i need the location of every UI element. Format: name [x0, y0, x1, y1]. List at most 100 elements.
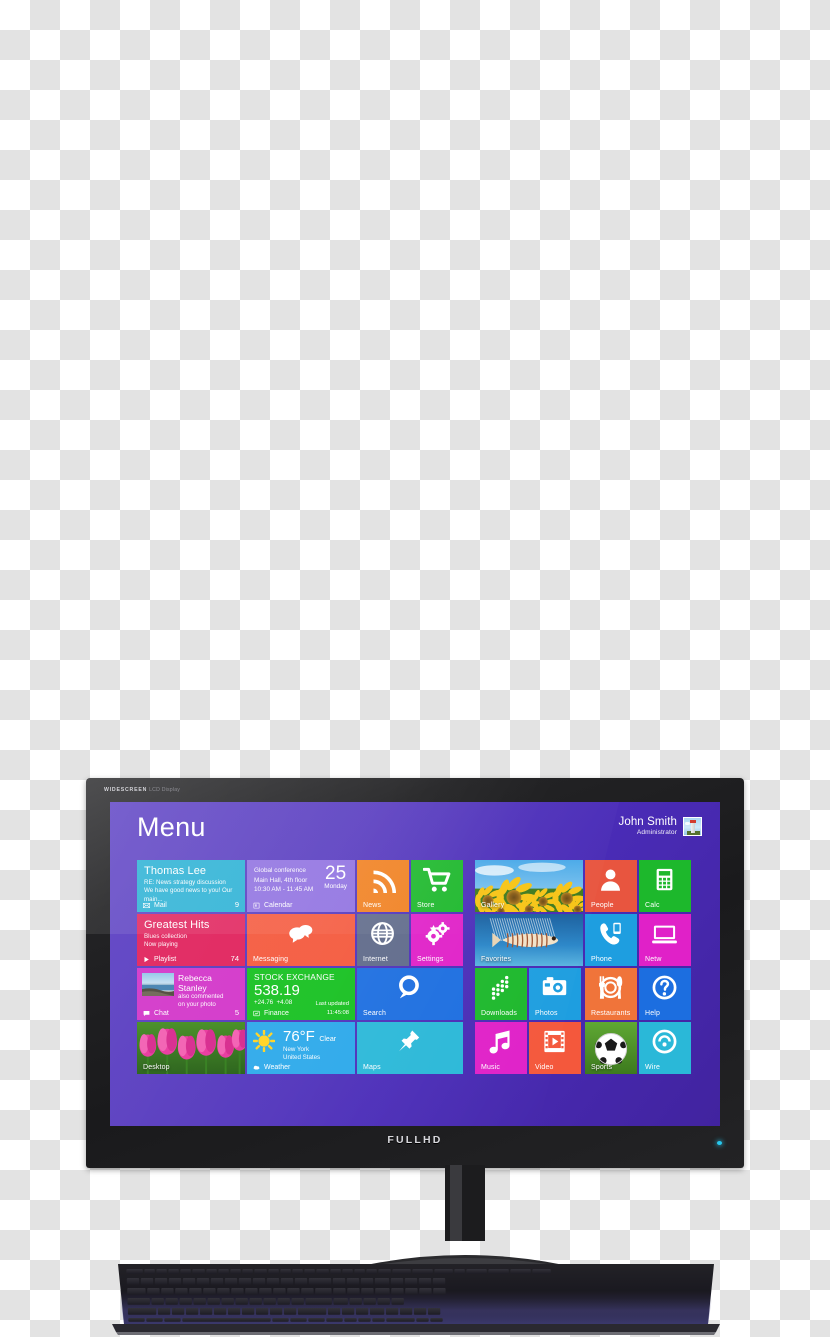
keyboard-key[interactable] — [151, 1298, 164, 1305]
keyboard-key[interactable] — [227, 1308, 241, 1315]
keyboard-key[interactable] — [277, 1298, 290, 1305]
keyboard-key[interactable] — [263, 1298, 276, 1305]
keyboard-key[interactable] — [332, 1278, 346, 1285]
tile-maps[interactable]: Maps — [357, 1022, 463, 1074]
keyboard-key[interactable] — [280, 1278, 294, 1285]
keyboard-key[interactable] — [157, 1308, 171, 1315]
keyboard-key[interactable] — [326, 1318, 343, 1322]
keyboard-key[interactable] — [488, 1269, 509, 1274]
tile-restaurants[interactable]: Restaurants — [585, 968, 637, 1020]
keyboard-key[interactable] — [146, 1318, 163, 1322]
keyboard-key[interactable] — [287, 1288, 300, 1295]
keyboard-key[interactable] — [344, 1318, 357, 1322]
keyboard-key[interactable] — [259, 1288, 272, 1295]
keyboard-key[interactable] — [242, 1269, 253, 1274]
keyboard-key[interactable] — [427, 1308, 441, 1315]
keyboard-key[interactable] — [179, 1298, 192, 1305]
tile-search[interactable]: Search — [357, 968, 463, 1020]
keyboard-key[interactable] — [206, 1269, 217, 1274]
keyboard-key[interactable] — [366, 1269, 377, 1274]
tile-video[interactable]: Video — [529, 1022, 581, 1074]
keyboard-key[interactable] — [330, 1269, 341, 1274]
avatar[interactable] — [683, 816, 702, 836]
tile-favorites[interactable]: Favorites — [475, 914, 583, 966]
tile-downloads[interactable]: Downloads — [475, 968, 527, 1020]
keyboard-key[interactable] — [342, 1269, 353, 1274]
keyboard-key[interactable] — [217, 1288, 230, 1295]
keyboard-key[interactable] — [249, 1298, 262, 1305]
keyboard-key[interactable] — [254, 1269, 267, 1274]
keyboard-key[interactable] — [390, 1278, 404, 1285]
tile-calendar[interactable]: Global conference Main Hall, 4th floor 1… — [247, 860, 355, 912]
tile-weather[interactable]: 76°F Clear New York United States Weathe… — [247, 1022, 355, 1074]
keyboard-key[interactable] — [147, 1288, 160, 1295]
keyboard-key[interactable] — [391, 1298, 404, 1305]
tile-store[interactable]: Store — [411, 860, 463, 912]
keyboard-key[interactable] — [272, 1318, 289, 1322]
keyboard-key[interactable] — [361, 1288, 374, 1295]
keyboard-key[interactable] — [418, 1278, 432, 1285]
keyboard-key[interactable] — [419, 1288, 432, 1295]
keyboard-key[interactable] — [308, 1278, 332, 1285]
tile-help[interactable]: Help — [639, 968, 691, 1020]
keyboard-key[interactable] — [399, 1308, 413, 1315]
keyboard-key[interactable] — [221, 1298, 234, 1305]
keyboard-key[interactable] — [154, 1278, 168, 1285]
tile-wireless[interactable]: Wire — [639, 1022, 691, 1074]
keyboard-key[interactable] — [290, 1318, 307, 1322]
keyboard-key[interactable] — [378, 1269, 391, 1274]
keyboard-key[interactable] — [280, 1269, 291, 1274]
tile-finance[interactable]: STOCK EXCHANGE 538.19 +24.76 +4.08 Last … — [247, 968, 355, 1020]
tile-news[interactable]: News — [357, 860, 409, 912]
keyboard-key[interactable] — [175, 1288, 188, 1295]
keyboard-key[interactable] — [126, 1278, 140, 1285]
keyboard-key[interactable] — [127, 1298, 150, 1305]
keyboard-key[interactable] — [273, 1288, 286, 1295]
keyboard-key[interactable] — [369, 1308, 385, 1315]
keyboard-key[interactable] — [308, 1318, 325, 1322]
keyboard-key[interactable] — [128, 1318, 145, 1322]
keyboard-key[interactable] — [297, 1308, 327, 1315]
keyboard-key[interactable] — [294, 1278, 308, 1285]
keyboard-key[interactable] — [405, 1288, 418, 1295]
keyboard-key[interactable] — [316, 1269, 329, 1274]
keyboard-key[interactable] — [269, 1308, 283, 1315]
keyboard-key[interactable] — [385, 1308, 399, 1315]
tile-phone[interactable]: Phone — [585, 914, 637, 966]
keyboard-key[interactable] — [349, 1298, 362, 1305]
keyboard-key[interactable] — [241, 1308, 255, 1315]
keyboard-key[interactable] — [363, 1298, 376, 1305]
keyboard-key[interactable] — [245, 1288, 258, 1295]
keyboard-key[interactable] — [224, 1278, 238, 1285]
tile-sports[interactable]: Sports — [585, 1022, 637, 1074]
keyboard-key[interactable] — [412, 1269, 433, 1274]
tile-desktop[interactable]: Desktop — [137, 1022, 245, 1074]
keyboard-key[interactable] — [391, 1288, 404, 1295]
keyboard-key[interactable] — [404, 1278, 418, 1285]
tile-people[interactable]: People — [585, 860, 637, 912]
keyboard-key[interactable] — [305, 1298, 332, 1305]
keyboard-key[interactable] — [341, 1308, 355, 1315]
keyboard-key[interactable] — [185, 1308, 199, 1315]
tile-gallery[interactable]: Gallery — [475, 860, 583, 912]
keyboard-key[interactable] — [196, 1278, 210, 1285]
tile-internet[interactable]: Internet — [357, 914, 409, 966]
tile-network[interactable]: Netw — [639, 914, 691, 966]
keyboard-key[interactable] — [510, 1269, 531, 1274]
keyboard-key[interactable] — [252, 1278, 266, 1285]
tile-mail[interactable]: Thomas Lee RE: News strategy discussion … — [137, 860, 245, 912]
keyboard-key[interactable] — [192, 1269, 205, 1274]
keyboard-key[interactable] — [354, 1269, 365, 1274]
keyboard-key[interactable] — [283, 1308, 297, 1315]
keyboard-key[interactable] — [466, 1269, 487, 1274]
keyboard-key[interactable] — [165, 1298, 178, 1305]
keyboard-key[interactable] — [291, 1298, 304, 1305]
keyboard-key[interactable] — [372, 1318, 385, 1322]
keyboard-key[interactable] — [182, 1278, 196, 1285]
keyboard-key[interactable] — [333, 1298, 348, 1305]
keyboard-key[interactable] — [189, 1288, 202, 1295]
keyboard-key[interactable] — [416, 1318, 429, 1322]
keyboard-key[interactable] — [346, 1278, 360, 1285]
keyboard-key[interactable] — [268, 1269, 279, 1274]
keyboard-key[interactable] — [126, 1269, 143, 1274]
